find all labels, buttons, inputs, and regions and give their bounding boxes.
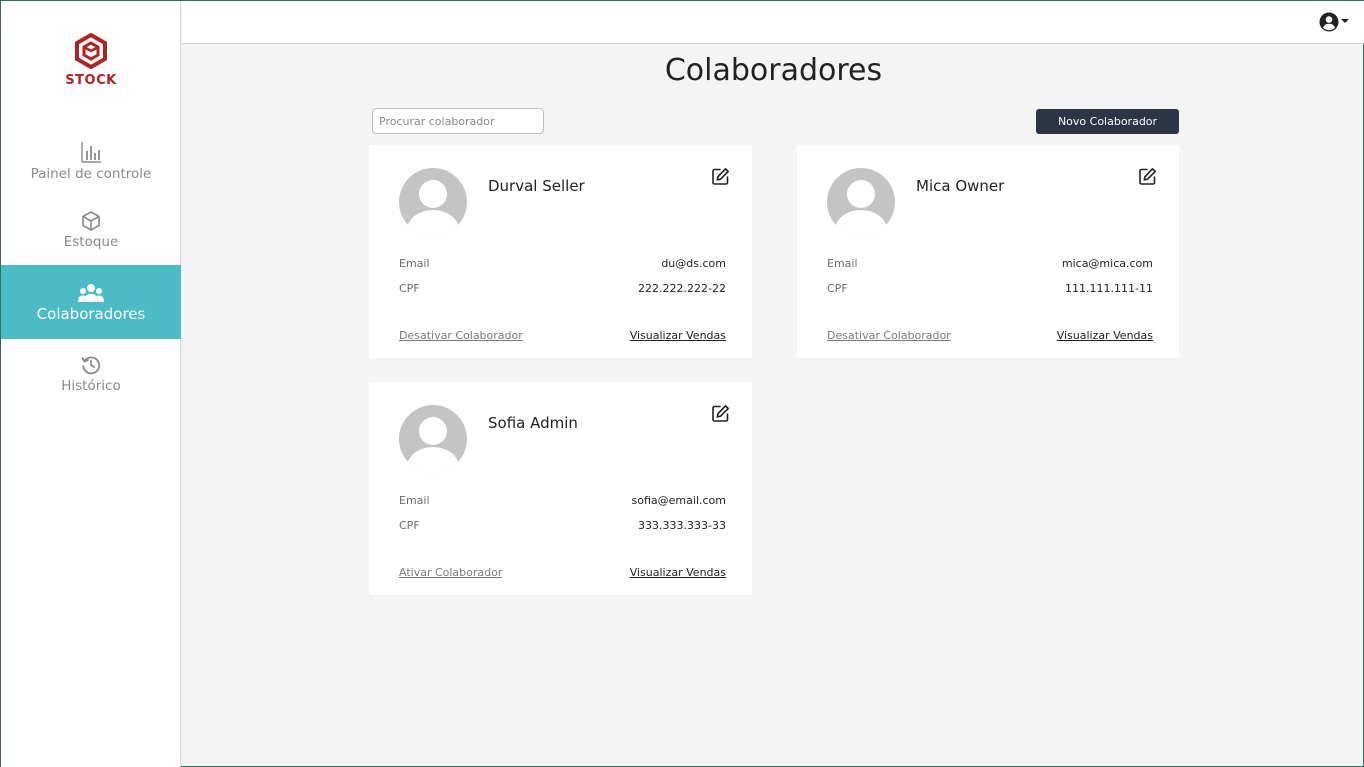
deactivate-collaborator-link[interactable]: Desativar Colaborador	[399, 329, 523, 342]
collaborator-name: Sofia Admin	[488, 414, 578, 432]
sidebar-item-estoque[interactable]: Estoque	[1, 211, 181, 257]
cpf-value: 333.333.333-33	[638, 519, 726, 532]
cpf-value: 111.111.111-11	[1065, 282, 1153, 295]
edit-icon[interactable]	[1138, 167, 1157, 186]
email-value: sofia@email.com	[631, 494, 726, 507]
user-menu-button[interactable]	[1319, 12, 1349, 32]
avatar	[827, 168, 895, 236]
cpf-label: CPF	[827, 282, 848, 295]
sidebar: STOCK Painel de controle Estoque Colabor…	[1, 1, 181, 767]
box-icon	[82, 211, 100, 231]
collaborator-name: Durval Seller	[488, 177, 585, 195]
avatar	[399, 168, 467, 236]
cpf-value: 222.222.222-22	[638, 282, 726, 295]
email-label: Email	[399, 494, 430, 507]
edit-icon[interactable]	[711, 167, 730, 186]
sidebar-item-historico[interactable]: Histórico	[1, 355, 181, 401]
avatar	[399, 405, 467, 473]
sidebar-item-label: Estoque	[63, 234, 119, 250]
email-label: Email	[827, 257, 858, 270]
top-bar	[182, 1, 1364, 44]
view-sales-link[interactable]: Visualizar Vendas	[630, 329, 726, 342]
edit-icon[interactable]	[711, 404, 730, 423]
cpf-label: CPF	[399, 282, 420, 295]
collaborator-card: Sofia Admin Email sofia@email.com CPF 33…	[369, 382, 752, 595]
search-input[interactable]	[372, 108, 544, 134]
logo-text: STOCK	[65, 73, 117, 88]
cpf-label: CPF	[399, 519, 420, 532]
bar-chart-icon	[81, 142, 101, 163]
view-sales-link[interactable]: Visualizar Vendas	[630, 566, 726, 579]
collaborator-card: Mica Owner Email mica@mica.com CPF 111.1…	[797, 145, 1179, 358]
sidebar-item-painel-de-controle[interactable]: Painel de controle	[1, 141, 181, 189]
email-value: du@ds.com	[661, 257, 726, 270]
view-sales-link[interactable]: Visualizar Vendas	[1057, 329, 1153, 342]
collaborator-card: Durval Seller Email du@ds.com CPF 222.22…	[369, 145, 752, 358]
stock-logo-icon	[75, 33, 107, 69]
sidebar-item-label: Colaboradores	[36, 305, 146, 323]
email-label: Email	[399, 257, 430, 270]
user-circle-icon	[1319, 12, 1339, 32]
chevron-down-icon	[1341, 19, 1349, 23]
logo: STOCK	[1, 33, 181, 88]
sidebar-item-label: Histórico	[61, 378, 121, 394]
sidebar-item-colaboradores[interactable]: Colaboradores	[1, 265, 181, 339]
activate-collaborator-link[interactable]: Ativar Colaborador	[399, 566, 502, 579]
new-collaborator-button[interactable]: Novo Colaborador	[1036, 109, 1179, 134]
page-title: Colaboradores	[664, 53, 883, 88]
users-icon	[78, 284, 104, 302]
collaborator-name: Mica Owner	[916, 177, 1005, 195]
sidebar-item-label: Painel de controle	[30, 166, 152, 182]
history-icon	[81, 356, 101, 375]
email-value: mica@mica.com	[1061, 257, 1153, 270]
deactivate-collaborator-link[interactable]: Desativar Colaborador	[827, 329, 951, 342]
